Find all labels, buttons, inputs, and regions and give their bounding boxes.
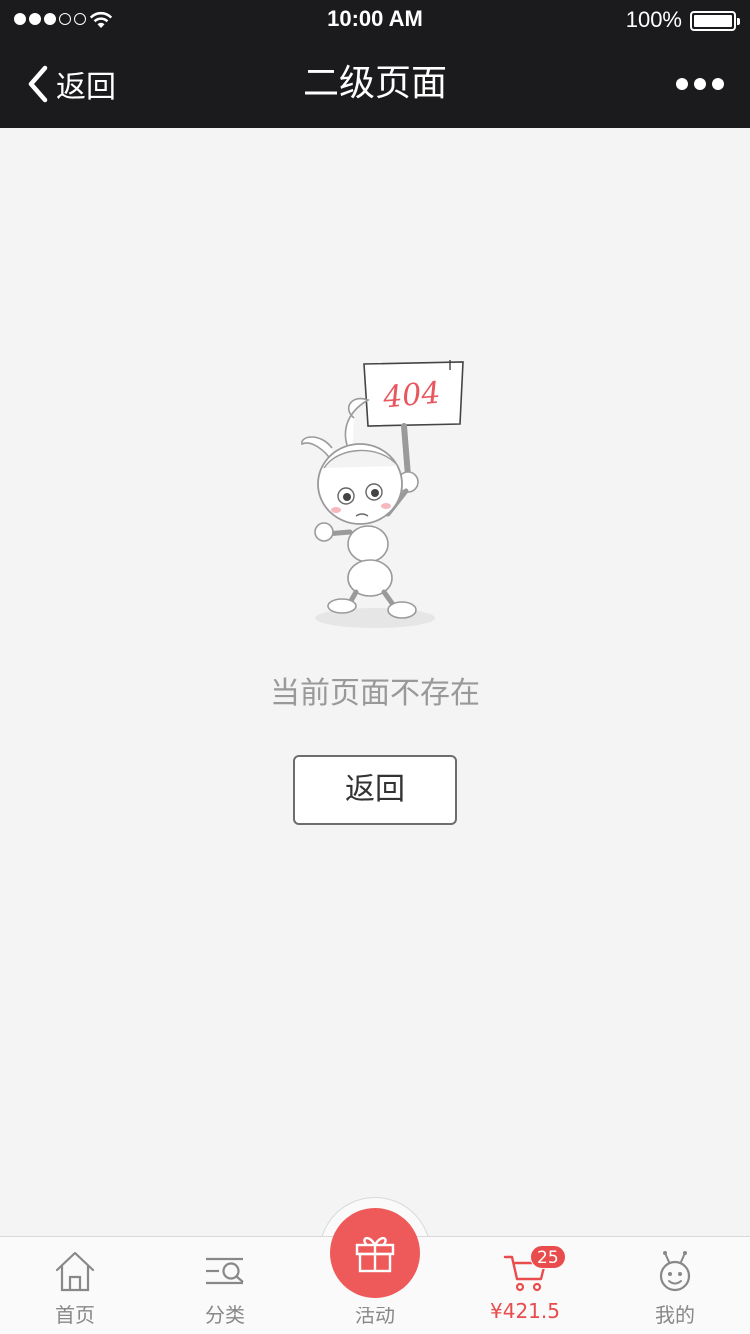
tab-profile-label: 我的: [655, 1303, 695, 1327]
tab-profile[interactable]: 我的: [600, 1237, 750, 1334]
cart-badge: 25: [530, 1245, 566, 1269]
sign-404-text: 404: [381, 376, 442, 416]
chevron-left-icon: [28, 65, 48, 103]
tab-cart[interactable]: 25 ¥421.5: [450, 1237, 600, 1334]
tab-home[interactable]: 首页: [0, 1237, 150, 1334]
battery-icon: [690, 11, 740, 31]
return-button[interactable]: 返回: [293, 755, 457, 825]
nav-back-label: 返回: [56, 70, 116, 105]
category-search-icon: [206, 1257, 244, 1285]
more-dots-icon[interactable]: [676, 74, 724, 94]
ant-mascot-404-illustration: 404: [301, 360, 464, 628]
tab-category-label: 分类: [205, 1303, 245, 1327]
profile-icon: [659, 1251, 691, 1292]
status-bar: 10:00 AM 100%: [0, 0, 750, 40]
tab-category[interactable]: 分类: [150, 1237, 300, 1334]
not-found-message: 当前页面不存在: [270, 676, 480, 711]
nav-back-button[interactable]: 返回: [26, 62, 116, 106]
activity-center-button[interactable]: [330, 1208, 420, 1298]
navigation-bar: 返回 二级页面: [0, 40, 750, 128]
tab-cart-label: ¥421.5: [490, 1299, 560, 1323]
battery-percentage: 100%: [625, 7, 682, 32]
home-icon: [55, 1251, 95, 1292]
gift-icon: [355, 1236, 395, 1273]
tab-home-label: 首页: [55, 1303, 95, 1327]
